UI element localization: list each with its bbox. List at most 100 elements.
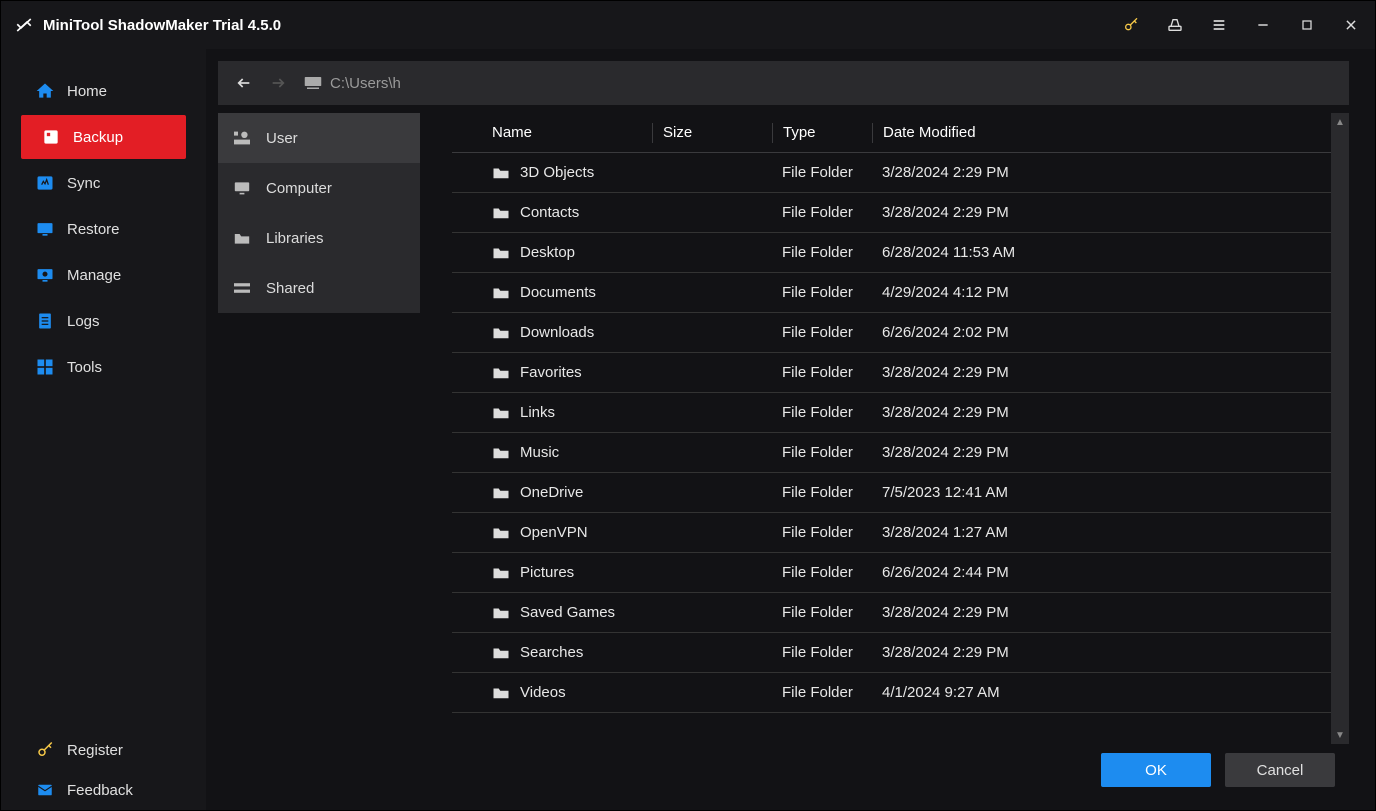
back-button[interactable] (236, 75, 252, 91)
home-icon (35, 81, 55, 101)
file-date: 3/28/2024 2:29 PM (872, 404, 1331, 421)
source-list: User Computer Libraries Shared (218, 113, 420, 744)
dialog-footer: OK Cancel (218, 744, 1349, 796)
folder-icon (492, 646, 510, 660)
main-content: C:\Users\h User Computer Libraries Shared N… (206, 49, 1375, 810)
table-header: Name Size Type Date Modified (452, 113, 1331, 153)
sidebar-item-label: Logs (67, 313, 100, 330)
sidebar-item-label: Backup (73, 129, 123, 146)
table-row[interactable]: VideosFile Folder4/1/2024 9:27 AM (452, 673, 1331, 713)
file-type: File Folder (772, 164, 872, 181)
restore-icon (35, 219, 55, 239)
file-date: 3/28/2024 2:29 PM (872, 644, 1331, 661)
sidebar-item-tools[interactable]: Tools (15, 345, 196, 389)
register-label: Register (67, 742, 123, 759)
table-row[interactable]: 3D ObjectsFile Folder3/28/2024 2:29 PM (452, 153, 1331, 193)
register-link[interactable]: Register (1, 730, 206, 770)
source-item-user[interactable]: User (218, 113, 420, 163)
file-date: 3/28/2024 2:29 PM (872, 604, 1331, 621)
sidebar-item-label: Restore (67, 221, 120, 238)
source-item-label: Libraries (266, 230, 324, 247)
file-name: OneDrive (520, 484, 583, 501)
computer-icon (232, 181, 252, 195)
sidebar-item-restore[interactable]: Restore (15, 207, 196, 251)
scroll-up-icon[interactable]: ▲ (1331, 113, 1349, 131)
source-item-computer[interactable]: Computer (218, 163, 420, 213)
folder-icon (492, 566, 510, 580)
sync-icon (35, 173, 55, 193)
file-date: 6/28/2024 11:53 AM (872, 244, 1331, 261)
source-item-libraries[interactable]: Libraries (218, 213, 420, 263)
file-name: Searches (520, 644, 583, 661)
table-row[interactable]: Downloads File Folder6/26/2024 2:02 PM (452, 313, 1331, 353)
file-date: 7/5/2023 12:41 AM (872, 484, 1331, 501)
source-item-label: Shared (266, 280, 314, 297)
minimize-button[interactable] (1251, 13, 1275, 37)
file-type: File Folder (772, 444, 872, 461)
app-title: MiniTool ShadowMaker Trial 4.5.0 (43, 17, 281, 34)
file-name: Downloads (520, 324, 594, 341)
mail-icon (35, 780, 55, 800)
column-name[interactable]: Name (492, 124, 652, 141)
vertical-scrollbar[interactable]: ▲ ▼ (1331, 113, 1349, 744)
manage-icon (35, 265, 55, 285)
close-button[interactable] (1339, 13, 1363, 37)
file-date: 4/29/2024 4:12 PM (872, 284, 1331, 301)
file-type: File Folder (772, 364, 872, 381)
sidebar-item-sync[interactable]: Sync (15, 161, 196, 205)
file-table: Name Size Type Date Modified 3D Objects F… (452, 113, 1331, 744)
folder-icon (492, 246, 510, 260)
file-type: File Folder (772, 404, 872, 421)
app-logo-icon (15, 16, 33, 34)
file-name: Videos (520, 684, 566, 701)
scroll-down-icon[interactable]: ▼ (1331, 726, 1349, 744)
file-type: File Folder (772, 324, 872, 341)
table-row[interactable]: OpenVPNFile Folder3/28/2024 1:27 AM (452, 513, 1331, 553)
tools-icon (35, 357, 55, 377)
table-row[interactable]: Documents File Folder4/29/2024 4:12 PM (452, 273, 1331, 313)
maximize-button[interactable] (1295, 13, 1319, 37)
table-row[interactable]: Saved GamesFile Folder3/28/2024 2:29 PM (452, 593, 1331, 633)
folder-icon (492, 406, 510, 420)
column-size[interactable]: Size (652, 123, 772, 143)
menu-icon[interactable] (1207, 13, 1231, 37)
table-row[interactable]: Music File Folder3/28/2024 2:29 PM (452, 433, 1331, 473)
sidebar-item-manage[interactable]: Manage (15, 253, 196, 297)
sidebar-item-home[interactable]: Home (15, 69, 196, 113)
source-item-label: Computer (266, 180, 332, 197)
table-row[interactable]: SearchesFile Folder3/28/2024 2:29 PM (452, 633, 1331, 673)
titlebar: MiniTool ShadowMaker Trial 4.5.0 (1, 1, 1375, 49)
table-row[interactable]: PicturesFile Folder6/26/2024 2:44 PM (452, 553, 1331, 593)
file-name: Documents (520, 284, 596, 301)
folder-icon (492, 446, 510, 460)
file-name: Music (520, 444, 559, 461)
file-type: File Folder (772, 284, 872, 301)
cancel-button[interactable]: Cancel (1225, 753, 1335, 787)
sidebar-item-logs[interactable]: Logs (15, 299, 196, 343)
folder-icon (492, 606, 510, 620)
sidebar-item-label: Sync (67, 175, 100, 192)
table-row[interactable]: DesktopFile Folder6/28/2024 11:53 AM (452, 233, 1331, 273)
file-date: 6/26/2024 2:02 PM (872, 324, 1331, 341)
column-type[interactable]: Type (772, 123, 872, 143)
path-text[interactable]: C:\Users\h (330, 75, 401, 92)
file-name: Pictures (520, 564, 574, 581)
sidebar-item-label: Manage (67, 267, 121, 284)
forward-button[interactable] (270, 75, 286, 91)
folder-icon (232, 231, 252, 245)
table-row[interactable]: OneDriveFile Folder7/5/2023 12:41 AM (452, 473, 1331, 513)
feedback-link[interactable]: Feedback (1, 770, 206, 810)
disk-icon[interactable] (1163, 13, 1187, 37)
source-item-shared[interactable]: Shared (218, 263, 420, 313)
file-type: File Folder (772, 524, 872, 541)
table-row[interactable]: FavoritesFile Folder3/28/2024 2:29 PM (452, 353, 1331, 393)
file-date: 3/28/2024 2:29 PM (872, 444, 1331, 461)
table-row[interactable]: ContactsFile Folder3/28/2024 2:29 PM (452, 193, 1331, 233)
table-row[interactable]: LinksFile Folder3/28/2024 2:29 PM (452, 393, 1331, 433)
ok-button[interactable]: OK (1101, 753, 1211, 787)
file-name: Desktop (520, 244, 575, 261)
file-name: 3D Objects (520, 164, 594, 181)
key-icon[interactable] (1119, 13, 1143, 37)
column-date[interactable]: Date Modified (872, 123, 1331, 143)
sidebar-item-backup[interactable]: Backup (21, 115, 186, 159)
